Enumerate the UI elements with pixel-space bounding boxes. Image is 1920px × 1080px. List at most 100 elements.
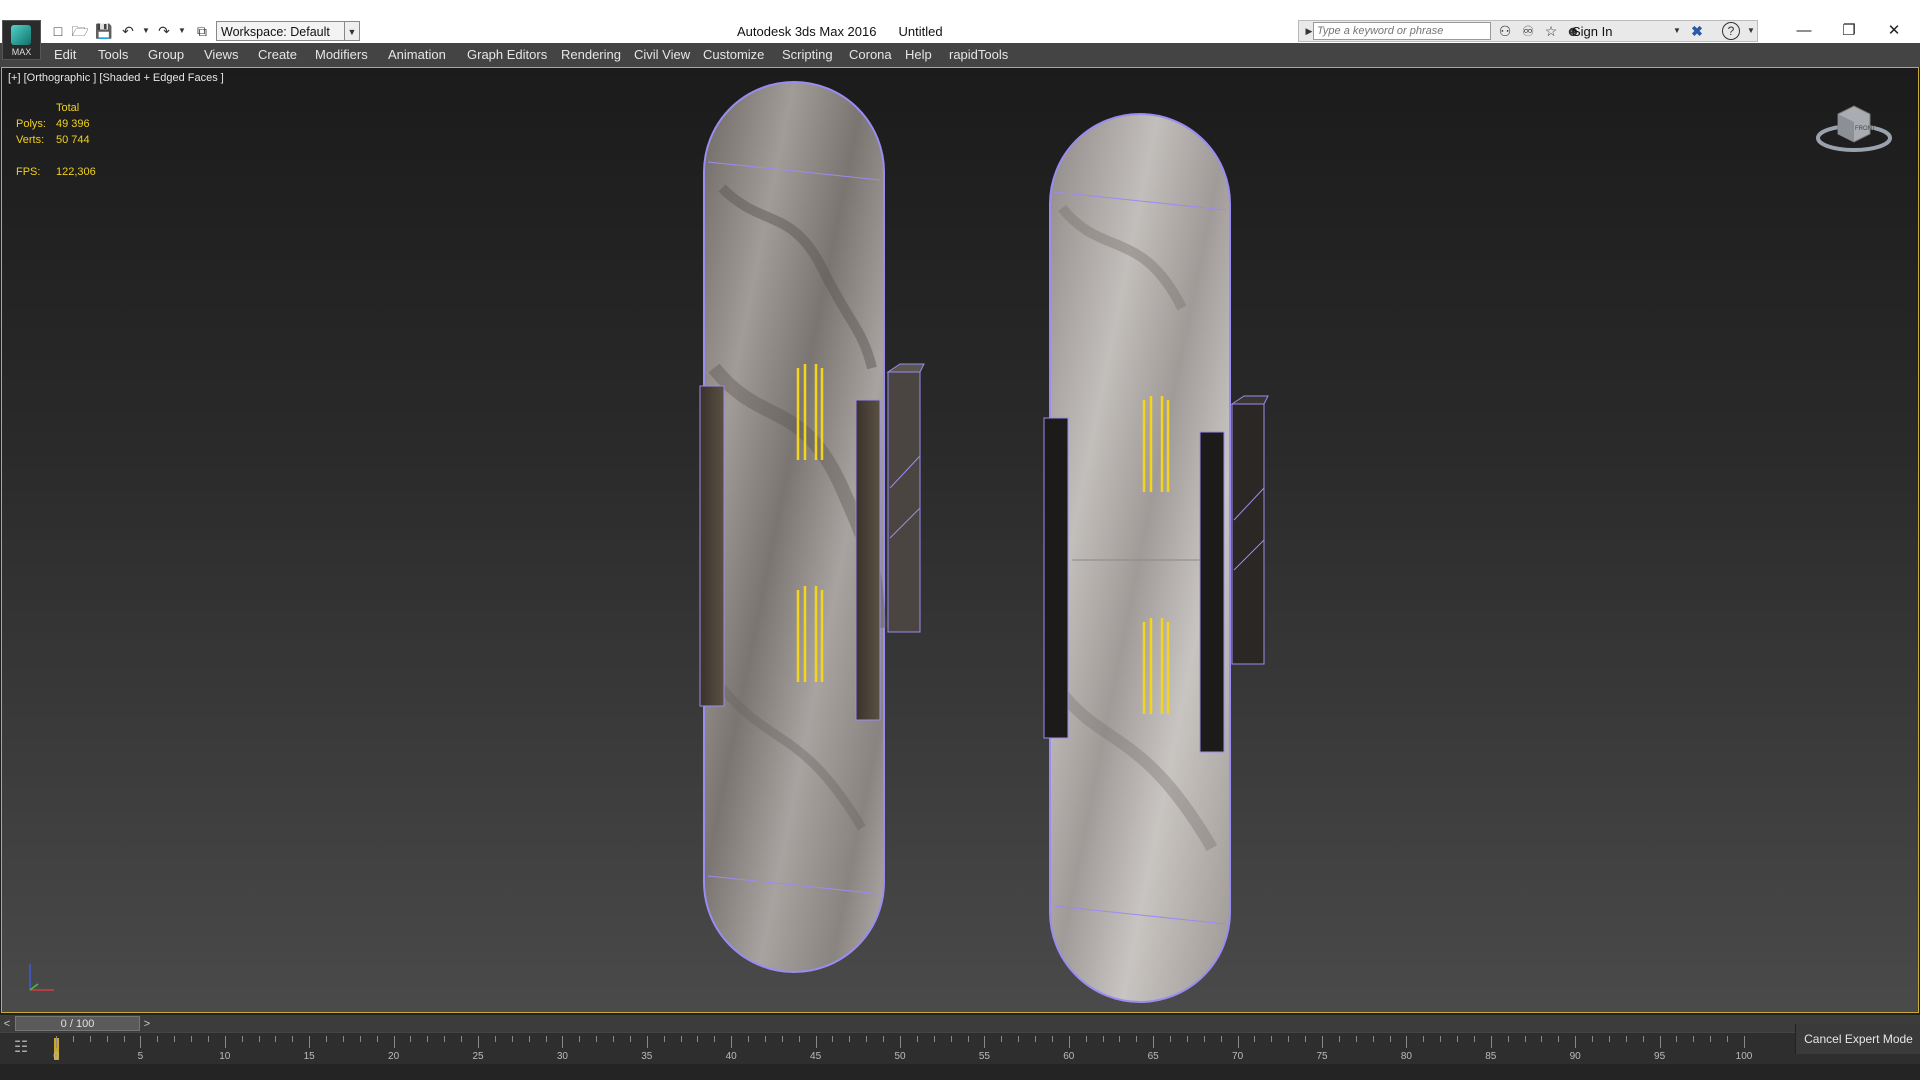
ruler-tick [326, 1036, 328, 1042]
ruler-tick [191, 1036, 193, 1042]
ruler-tick [1271, 1036, 1273, 1042]
time-slider-prev-button[interactable]: < [0, 1015, 14, 1033]
menu-views[interactable]: Views [204, 47, 238, 62]
ruler-tick [731, 1036, 733, 1048]
ruler-tick [258, 1036, 260, 1042]
ruler-tick [680, 1036, 682, 1042]
ruler-tick [950, 1036, 952, 1042]
ruler-tick [579, 1036, 581, 1042]
application-menu-button[interactable]: MAX [2, 20, 41, 60]
menu-tools[interactable]: Tools [98, 47, 128, 62]
menu-graph-editors[interactable]: Graph Editors [467, 47, 547, 62]
ruler-tick [461, 1036, 463, 1042]
ruler-tick [1322, 1036, 1323, 1048]
ruler-tick [1237, 1036, 1239, 1048]
save-file-icon[interactable]: 💾 [95, 22, 113, 40]
ruler-tick [1507, 1036, 1509, 1042]
ruler-tick [815, 1036, 817, 1048]
menu-create[interactable]: Create [258, 47, 297, 62]
close-button[interactable]: ✕ [1874, 20, 1914, 42]
menu-civil-view[interactable]: Civil View [634, 47, 690, 62]
subscription-center-icon[interactable]: ♾ [1519, 22, 1537, 40]
menu-scripting[interactable]: Scripting [782, 47, 833, 62]
ruler-tick [1558, 1036, 1560, 1042]
ruler-tick [1473, 1036, 1475, 1042]
favorites-star-icon[interactable]: ☆ [1542, 22, 1560, 40]
lamp-object-right[interactable] [1043, 113, 1269, 1003]
ruler-tick [494, 1036, 496, 1042]
help-dropdown-icon[interactable]: ▼ [1742, 22, 1760, 40]
ruler-tick [1575, 1036, 1577, 1048]
ruler-tick-label: 40 [725, 1051, 737, 1062]
exchange-apps-icon[interactable]: ✖ [1688, 22, 1706, 40]
ruler-tick [410, 1036, 412, 1042]
ruler-tick [832, 1036, 834, 1042]
ruler-tick [1288, 1036, 1290, 1042]
menu-group[interactable]: Group [148, 47, 184, 62]
redo-dropdown-icon[interactable]: ▼ [173, 22, 191, 40]
new-file-icon[interactable]: □ [49, 22, 67, 40]
ruler-tick [56, 1036, 57, 1048]
ruler-tick [663, 1036, 665, 1042]
ruler-tick-label: 80 [1400, 1051, 1412, 1062]
track-bar[interactable]: ☷ 0 5 10 15 20 25 30 35 40 45 50 55 60 65 70 75 80 85 90 95… [0, 1032, 1920, 1065]
menu-modifiers[interactable]: Modifiers [315, 47, 368, 62]
ruler-tick [1068, 1036, 1070, 1048]
ruler-tick [900, 1036, 901, 1048]
ruler-tick [545, 1036, 547, 1042]
menu-corona[interactable]: Corona [849, 47, 892, 62]
ruler-tick [89, 1036, 91, 1042]
open-file-icon[interactable]: 🗁 [71, 22, 89, 40]
ruler-tick [72, 1036, 74, 1042]
ruler-tick [613, 1036, 615, 1042]
lamp-object-left[interactable] [699, 81, 925, 973]
ruler-tick [1305, 1036, 1307, 1042]
question-icon[interactable]: ? [1722, 22, 1740, 40]
sign-in-dropdown-icon[interactable]: ▼ [1668, 22, 1686, 40]
ruler-tick-label: 65 [1147, 1051, 1159, 1062]
time-slider-next-button[interactable]: > [140, 1015, 154, 1033]
menu-edit[interactable]: Edit [54, 47, 76, 62]
cancel-expert-mode-button[interactable]: Cancel Expert Mode [1795, 1024, 1920, 1054]
window-title: Autodesk 3ds Max 2016 Untitled [737, 24, 943, 39]
ruler-tick [1186, 1036, 1188, 1042]
ruler-tick [292, 1036, 294, 1042]
ruler-tick [764, 1036, 766, 1042]
menu-help[interactable]: Help [905, 47, 932, 62]
ruler-tick [1625, 1036, 1627, 1042]
menu-animation[interactable]: Animation [388, 47, 446, 62]
frame-ruler[interactable]: 0 5 10 15 20 25 30 35 40 45 50 55 60 65 70 75 80 85 90 95 10… [53, 1033, 1752, 1065]
viewcube-face-label: FRONT [1855, 126, 1876, 132]
ruler-tick [714, 1036, 716, 1042]
redo-icon[interactable]: ↷ [155, 22, 173, 40]
quick-access-customize-icon[interactable]: ▼ [344, 21, 360, 41]
menu-customize[interactable]: Customize [703, 47, 764, 62]
minimize-button[interactable]: — [1784, 20, 1824, 42]
ruler-tick-label: 60 [1063, 1051, 1075, 1062]
menu-rapidtools[interactable]: rapidTools [949, 47, 1008, 62]
time-slider-thumb[interactable]: 0 / 100 [15, 1016, 140, 1031]
undo-dropdown-icon[interactable]: ▼ [137, 22, 155, 40]
search-input[interactable] [1313, 22, 1491, 40]
workspace-dropdown[interactable]: Workspace: Default ▼ [216, 21, 358, 41]
ruler-tick [1203, 1036, 1205, 1042]
mini-curve-editor-icon[interactable]: ☷ [8, 1037, 34, 1059]
ruler-tick [1592, 1036, 1594, 1042]
ruler-tick [1220, 1036, 1222, 1042]
sign-in-button[interactable]: Sign In [1572, 24, 1612, 39]
ruler-tick [1153, 1036, 1155, 1048]
binoculars-search-icon[interactable]: ⚇ [1496, 22, 1514, 40]
ruler-tick [207, 1036, 209, 1042]
project-folder-icon[interactable]: ⧉ [193, 22, 211, 40]
restore-button[interactable]: ❐ [1829, 20, 1869, 42]
ruler-tick [781, 1036, 783, 1042]
time-slider[interactable]: < 0 / 100 > [0, 1014, 1920, 1033]
ruler-tick [1423, 1036, 1425, 1042]
perspective-viewport[interactable]: [+] [Orthographic ] [Shaded + Edged Face… [1, 67, 1919, 1013]
undo-icon[interactable]: ↶ [119, 22, 137, 40]
ruler-tick [1524, 1036, 1526, 1042]
viewcube-navigation[interactable]: FRONT [1812, 94, 1896, 158]
ruler-tick [1355, 1036, 1357, 1042]
menu-rendering[interactable]: Rendering [561, 47, 621, 62]
ruler-tick [444, 1036, 446, 1042]
